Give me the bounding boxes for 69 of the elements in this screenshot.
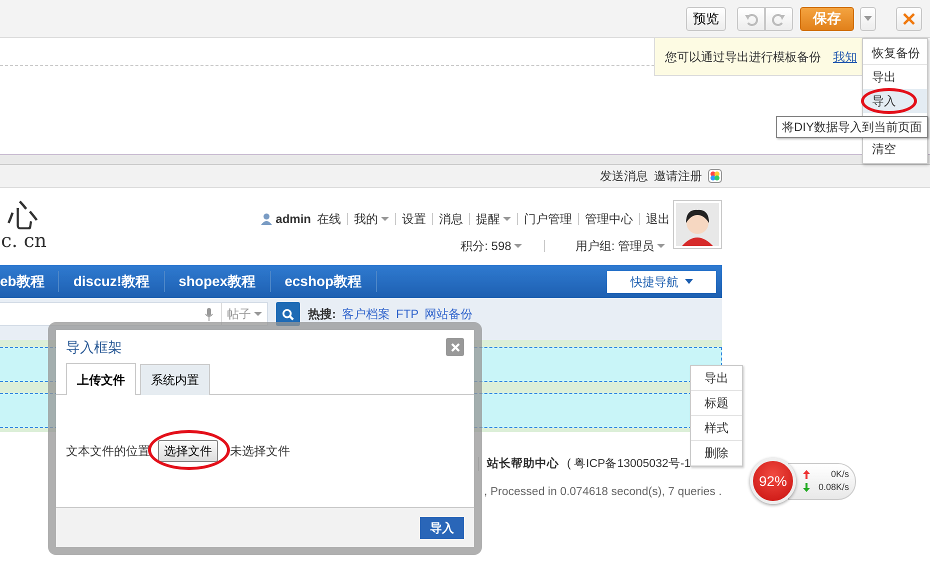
- redo-button[interactable]: [765, 6, 793, 30]
- upload-speed: 0K/s: [830, 468, 849, 480]
- user-icon: [260, 213, 272, 225]
- topbar-link[interactable]: 发送消息: [600, 167, 648, 185]
- nav-link[interactable]: ecshop教程: [270, 271, 377, 292]
- quick-nav-button[interactable]: 快捷导航: [607, 270, 716, 292]
- online-status: 在线: [317, 211, 341, 228]
- menu-item[interactable]: 导出: [863, 65, 927, 89]
- choose-file-button[interactable]: 选择文件: [158, 440, 218, 462]
- context-menu-item[interactable]: 样式: [691, 416, 742, 441]
- user-menu-link[interactable]: 提醒: [476, 213, 511, 225]
- preview-button[interactable]: 预览: [686, 6, 726, 30]
- caret-icon: [254, 312, 262, 316]
- undo-icon: [744, 12, 758, 26]
- tab[interactable]: 系统内置: [140, 364, 210, 395]
- close-icon: [450, 342, 460, 352]
- topbar-link[interactable]: 邀请注册: [654, 167, 702, 185]
- hot-search-link[interactable]: 网站备份: [424, 307, 473, 321]
- tooltip: 将DIY数据导入到当前页面: [776, 116, 928, 138]
- user-menu-link[interactable]: 管理中心: [585, 213, 633, 225]
- user-menu-link[interactable]: 设置: [402, 213, 426, 225]
- close-button[interactable]: [896, 6, 922, 30]
- user-menu-link[interactable]: 消息: [439, 213, 463, 225]
- caret-icon: [503, 217, 511, 221]
- caret-icon: [381, 217, 389, 221]
- hot-search-label: 热搜:: [308, 307, 336, 321]
- processed-text: , Processed in 0.074618 second(s), 7 queries .: [484, 485, 722, 500]
- user-menu-link[interactable]: 退出: [646, 213, 670, 225]
- color-palette-icon[interactable]: [708, 169, 722, 183]
- caret-icon: [514, 244, 522, 248]
- file-status: 未选择文件: [230, 443, 290, 460]
- logo-text: 心: [6, 202, 39, 232]
- upload-arrow-icon: [803, 470, 810, 479]
- menu-item[interactable]: 清空: [863, 137, 927, 161]
- user-stat-link[interactable]: 用户组: 管理员: [575, 240, 665, 252]
- undo-button[interactable]: [737, 6, 765, 30]
- menu-item[interactable]: 导入: [863, 89, 927, 113]
- icp-text: ( 粤ICP备13005032号-1: [567, 456, 691, 472]
- context-menu-item[interactable]: 删除: [691, 441, 742, 466]
- redo-icon: [772, 12, 786, 26]
- download-speed: 0.08K/s: [818, 481, 849, 494]
- avatar: [676, 203, 719, 246]
- dialog-title: 导入框架: [66, 338, 122, 356]
- context-menu-item[interactable]: 导出: [691, 366, 742, 391]
- download-arrow-icon: [803, 483, 810, 492]
- user-menu-link[interactable]: 我的: [354, 213, 389, 225]
- user-menu-link[interactable]: 门户管理: [524, 213, 572, 225]
- hot-search-link[interactable]: 客户档案: [342, 307, 390, 321]
- import-button[interactable]: 导入: [420, 516, 464, 538]
- dropdown-toggle-button[interactable]: [860, 6, 876, 30]
- tab[interactable]: 上传文件: [66, 363, 136, 395]
- hot-search-link[interactable]: FTP: [396, 307, 419, 321]
- username[interactable]: admin: [276, 210, 311, 228]
- close-icon: [903, 12, 915, 24]
- nav-link[interactable]: eb教程: [0, 271, 60, 292]
- dismiss-link[interactable]: 我知: [833, 48, 857, 66]
- nav-link[interactable]: shopex教程: [164, 271, 271, 292]
- caret-icon: [657, 244, 665, 248]
- menu-item[interactable]: 恢复备份: [863, 41, 927, 65]
- search-icon: [282, 308, 294, 320]
- caret-icon: [864, 16, 872, 21]
- notice-text: 您可以通过导出进行模板备份: [665, 48, 821, 66]
- user-stat-link[interactable]: 积分: 598: [460, 240, 522, 252]
- caret-icon: [684, 279, 692, 284]
- logo-domain: c. cn: [1, 232, 47, 251]
- close-button[interactable]: [446, 338, 464, 356]
- memory-usage-ball[interactable]: 92%: [750, 458, 796, 504]
- context-menu-item[interactable]: 标题: [691, 391, 742, 416]
- nav-link[interactable]: discuz!教程: [59, 271, 165, 292]
